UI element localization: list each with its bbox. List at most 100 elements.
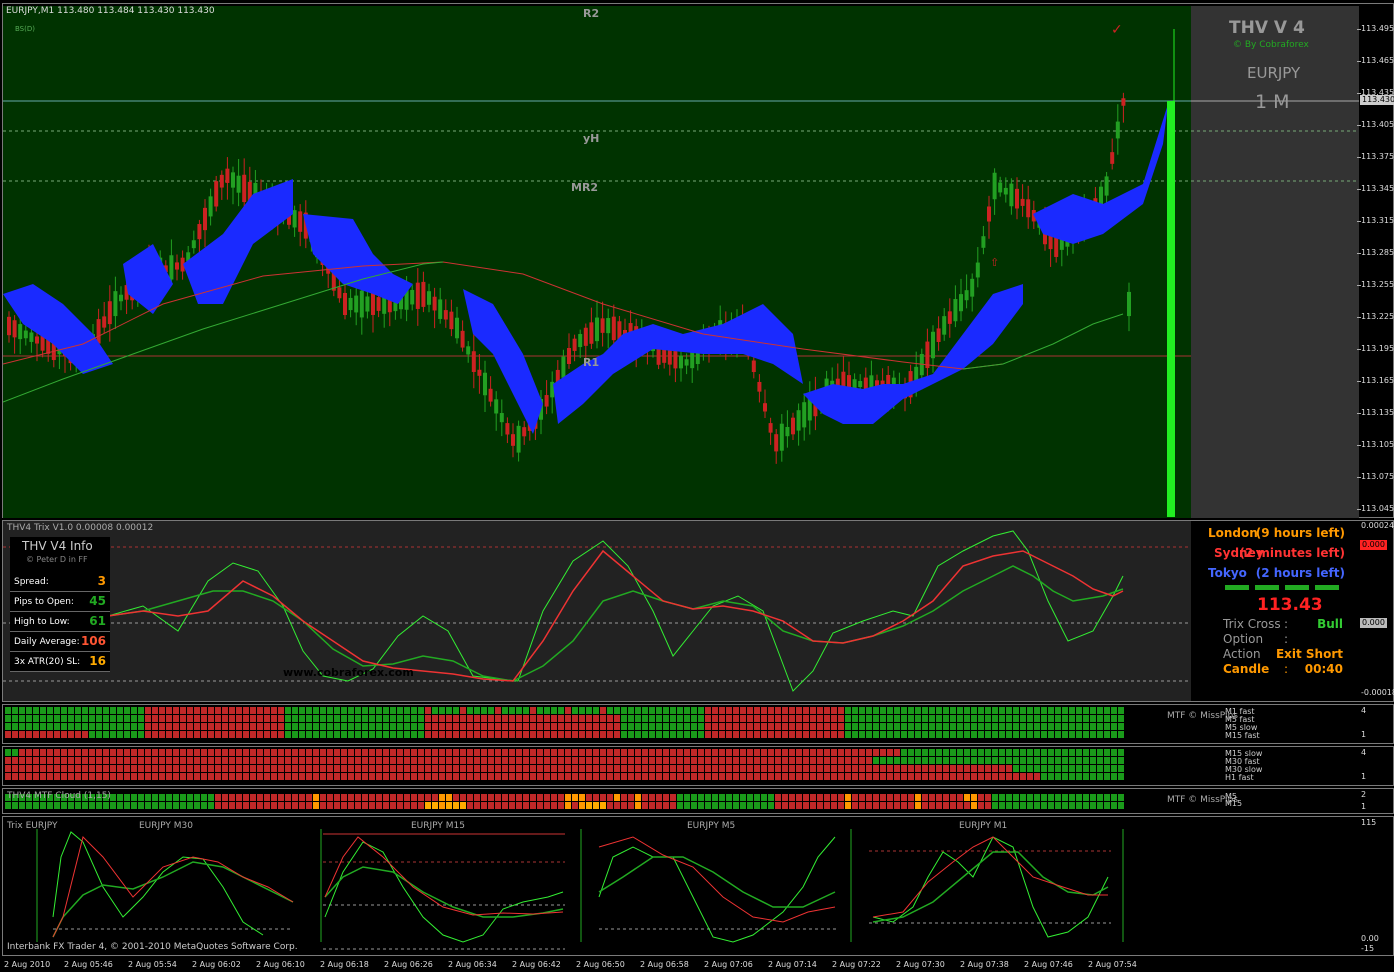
trix-pane[interactable]: THV4 Trix V1.0 0.00008 0.00012 www.cobra…: [2, 520, 1394, 702]
candle: [606, 318, 611, 334]
candle: [348, 297, 353, 311]
mtf-cell: [516, 773, 522, 780]
mtf-cell: [705, 794, 711, 801]
mtf-cell: [943, 749, 949, 756]
mtf-cell: [845, 723, 851, 730]
mtf-cell: [82, 715, 88, 722]
mtf-cell: [789, 773, 795, 780]
mtf-cell: [523, 794, 529, 801]
mtf-cell: [880, 707, 886, 714]
mtf-cell: [103, 757, 109, 764]
mtf-cell: [1111, 765, 1117, 772]
mtf-cell: [817, 723, 823, 730]
mtf1-axis-top: 4: [1361, 706, 1367, 715]
mtf-cell: [551, 802, 557, 809]
mtf-pane-1[interactable]: MTF © MissPips M1 fast M5 fast M5 slow M15 …: [2, 704, 1394, 744]
mtf-cell: [817, 757, 823, 764]
mtf-cell: [509, 715, 515, 722]
mtf-cell: [950, 707, 956, 714]
mtf-cell: [950, 757, 956, 764]
mtf-cell: [1006, 749, 1012, 756]
mtf-cell: [558, 773, 564, 780]
mtf-cell: [1083, 757, 1089, 764]
mtf-cell: [250, 765, 256, 772]
mtf-cell: [96, 757, 102, 764]
mtf-cell: [635, 765, 641, 772]
mtf-cell: [474, 749, 480, 756]
bottom-trix-pane[interactable]: Trix EURJPY EURJPY M30 EURJPY M15 EURJPY…: [2, 816, 1394, 956]
mtf-cell: [1097, 802, 1103, 809]
mtf-cell: [432, 794, 438, 801]
mtf-cell: [992, 731, 998, 738]
mtf-cell: [950, 802, 956, 809]
mtf-cell: [355, 757, 361, 764]
mtf-cell: [635, 794, 641, 801]
mtf-cell: [292, 802, 298, 809]
mtf-cell: [411, 773, 417, 780]
mtf-cell: [439, 757, 445, 764]
mtf-cell: [943, 794, 949, 801]
mtf-cell: [453, 715, 459, 722]
mtf-cell: [47, 802, 53, 809]
mtf-cell: [572, 757, 578, 764]
mtf-cell: [943, 731, 949, 738]
mtf-cell: [607, 749, 613, 756]
mtf-cell: [901, 715, 907, 722]
mtf-cell: [1048, 757, 1054, 764]
mtf-cell: [516, 757, 522, 764]
mtf-cell: [866, 731, 872, 738]
mtf-cell: [558, 765, 564, 772]
mtf-cell: [516, 749, 522, 756]
mtf-cell: [432, 773, 438, 780]
candle: [1104, 176, 1109, 196]
mtf-cell: [5, 707, 11, 714]
mtf-cell: [803, 715, 809, 722]
mtf-cell: [369, 757, 375, 764]
mtf-cell: [299, 731, 305, 738]
time-axis-label: 2 Aug 06:34: [448, 960, 497, 969]
mtf-cell: [509, 749, 515, 756]
mtf-cell: [201, 757, 207, 764]
mtf-cell: [999, 794, 1005, 801]
mtf-cell: [712, 757, 718, 764]
mtf-cell: [803, 773, 809, 780]
mtf-cell: [341, 723, 347, 730]
price-axis-label: 113.405: [1361, 120, 1394, 129]
mtf-cell: [957, 707, 963, 714]
mtf-cell: [12, 731, 18, 738]
candle: [516, 425, 521, 453]
mtf-cell: [376, 773, 382, 780]
mtf-cell: [243, 802, 249, 809]
mtf-cell: [362, 749, 368, 756]
mtf-cell: [5, 715, 11, 722]
mtf-cell: [1055, 794, 1061, 801]
mtf-cell: [803, 765, 809, 772]
mtf-cell: [152, 773, 158, 780]
mtf-cell: [775, 765, 781, 772]
mtf-cell: [1104, 802, 1110, 809]
mtf-cell: [208, 794, 214, 801]
mtf-pane-2[interactable]: M15 slow M30 fast M30 slow H1 fast: [2, 746, 1394, 786]
mtf-cell: [474, 802, 480, 809]
mtf-cell: [404, 715, 410, 722]
time-axis-label: 2 Aug 2010: [4, 960, 51, 969]
mtf-cell: [1041, 773, 1047, 780]
mtf-cell: [1027, 765, 1033, 772]
mtf-cell: [12, 802, 18, 809]
mtf-cell: [75, 715, 81, 722]
mtf-cell: [565, 765, 571, 772]
mtf-cell: [194, 794, 200, 801]
mtf-pane-3[interactable]: THV4 MTF Cloud (1,15) MTF © MissPips M5 M…: [2, 788, 1394, 814]
mtf-cell: [278, 802, 284, 809]
mtf-cell: [432, 723, 438, 730]
main-chart-pane[interactable]: ✓ ⇧ EURJPY,M1 113.480 113.484 113.430 11…: [2, 3, 1394, 518]
chart-title-m1: EURJPY M1: [959, 821, 1008, 831]
mtf-cell: [250, 749, 256, 756]
mtf-cell: [264, 723, 270, 730]
mtf-cell: [495, 731, 501, 738]
mtf-cell: [866, 802, 872, 809]
mtf-cell: [740, 707, 746, 714]
mtf-cell: [117, 707, 123, 714]
mtf-cell: [726, 715, 732, 722]
mtf-cell: [635, 731, 641, 738]
